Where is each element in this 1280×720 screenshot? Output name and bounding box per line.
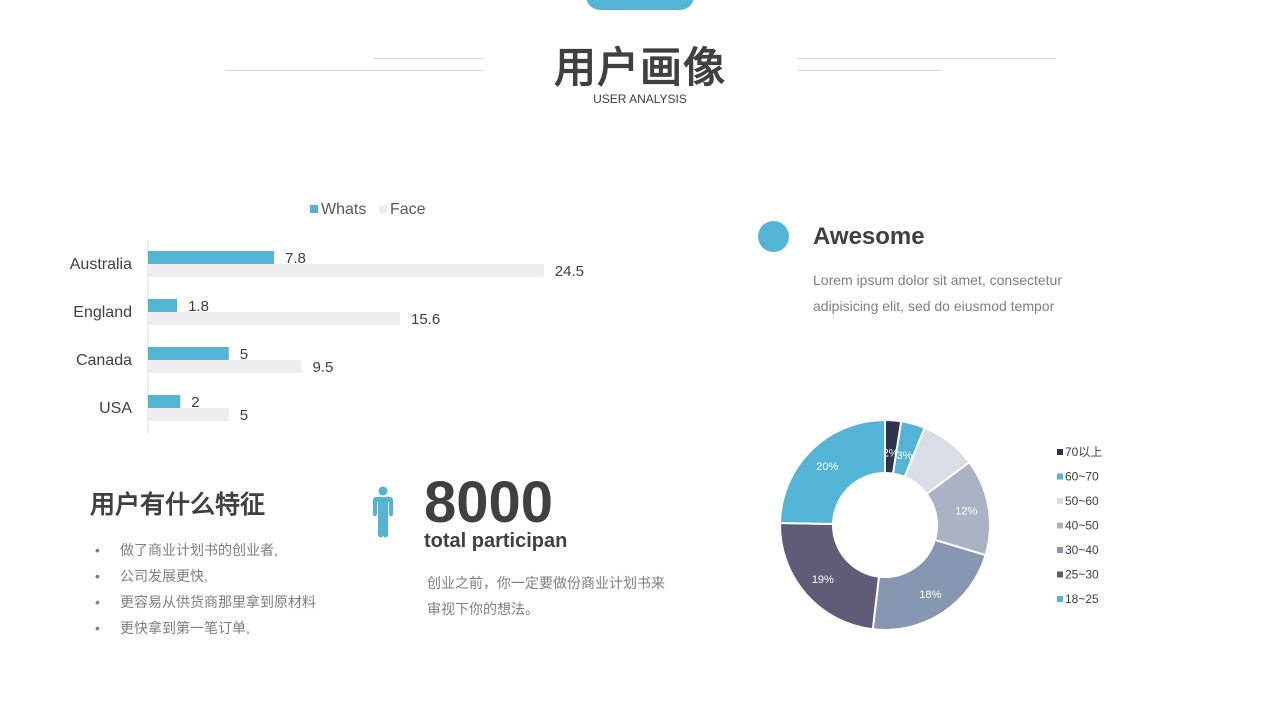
legend-swatch	[1057, 498, 1063, 504]
legend-swatch	[379, 205, 387, 213]
bullet: •	[95, 620, 100, 636]
bar	[148, 347, 229, 360]
legend-label: 60~70	[1065, 470, 1099, 484]
page-subtitle: USER ANALYSIS	[593, 92, 687, 106]
legend-swatch	[1057, 596, 1063, 602]
features-list: • 做了商业计划书的创业者, • 公司发展更快, • 更容易从供货商那里拿到原材料 •…	[95, 537, 316, 641]
bullet: •	[95, 542, 100, 558]
category-label: Canada	[76, 352, 132, 369]
category-label: England	[73, 304, 132, 321]
bar	[148, 299, 178, 312]
legend-swatch	[1057, 571, 1063, 578]
features-title: 用户有什么特征	[90, 491, 266, 519]
top-tab-decoration	[586, 0, 694, 10]
data-label: 24.5	[555, 263, 584, 280]
stat-description: 创业之前，你一定要做份商业计划书来审视下你的想法。	[427, 575, 665, 617]
bar	[148, 251, 274, 264]
legend-swatch	[1057, 522, 1063, 529]
awesome-title: Awesome	[813, 223, 925, 250]
slice-label: 20%	[816, 461, 838, 473]
bullet: •	[95, 568, 100, 584]
slice-label: 12%	[955, 506, 977, 518]
category-label: USA	[99, 400, 132, 417]
stat-number: 8000	[424, 470, 554, 535]
legend-swatch	[1057, 547, 1063, 553]
list-item-text: 更快拿到第一笔订单,	[120, 620, 250, 636]
legend-swatch	[1057, 449, 1063, 455]
bar	[148, 312, 400, 325]
legend-label: Face	[390, 201, 426, 218]
legend-label: 40~50	[1065, 519, 1099, 533]
bar-chart: Whats FaceAustralia 7.824.5England 1.815.6C…	[70, 201, 584, 433]
slice-label: 19%	[812, 574, 834, 586]
list-item: • 做了商业计划书的创业者,	[95, 537, 316, 563]
legend-swatch	[1057, 473, 1063, 480]
awesome-text: Lorem ipsum dolor sit amet, consectetur …	[813, 272, 1062, 314]
list-item: • 更快拿到第一笔订单,	[95, 615, 316, 641]
legend-label: 70以上	[1065, 445, 1102, 459]
category-label: Australia	[70, 256, 132, 273]
donut-slice	[871, 538, 987, 631]
bar	[148, 408, 229, 421]
list-item: • 公司发展更快,	[95, 563, 316, 589]
legend-label: 25~30	[1065, 568, 1099, 582]
stat-label: total participan	[424, 530, 568, 552]
person-icon	[373, 486, 393, 538]
legend-label: 18~25	[1065, 592, 1099, 606]
list-item: • 更容易从供货商那里拿到原材料	[95, 589, 316, 615]
data-label: 5	[240, 407, 248, 424]
bar	[148, 264, 544, 277]
list-item-text: 更容易从供货商那里拿到原材料	[120, 594, 316, 610]
donut-chart: 2%3%12%18%19%20%70以上60~7050~6040~5030~40…	[778, 418, 1102, 631]
data-label: 9.5	[312, 359, 333, 376]
legend-label: 30~40	[1065, 543, 1099, 557]
legend-label: 50~60	[1065, 494, 1099, 508]
legend-swatch	[310, 205, 318, 213]
list-item-text: 做了商业计划书的创业者,	[120, 542, 278, 558]
list-item-text: 公司发展更快,	[120, 568, 208, 584]
legend-label: Whats	[321, 201, 366, 218]
bar	[148, 360, 302, 373]
data-label: 15.6	[411, 311, 440, 328]
slice-label: 18%	[919, 589, 941, 601]
bar	[148, 395, 181, 408]
bullet: •	[95, 594, 100, 610]
page-title: 用户画像	[553, 44, 726, 91]
accent-dot	[758, 221, 789, 252]
slice-label: 3%	[896, 450, 912, 462]
